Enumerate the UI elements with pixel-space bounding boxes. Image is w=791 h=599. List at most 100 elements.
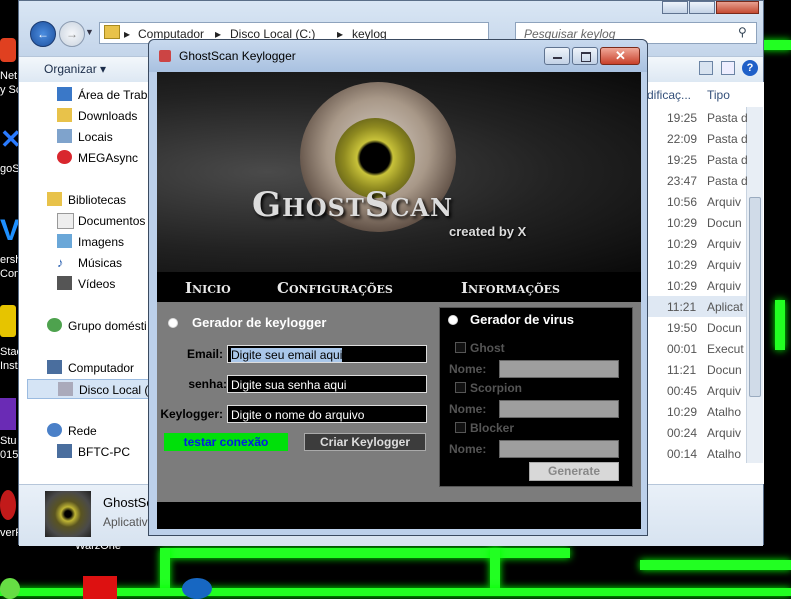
row-modified-time: 19:25 — [667, 111, 698, 125]
sidebar-item-documentos[interactable]: Documentos — [19, 211, 154, 231]
sidebar-item-musicas[interactable]: ♪ Músicas — [19, 253, 154, 273]
drive-icon — [58, 382, 73, 396]
blocker-checkbox[interactable] — [455, 422, 466, 433]
main-nav: Inicio Configurações Informações — [157, 272, 641, 302]
sidebar-item-desktop[interactable]: Área de Trabal — [19, 85, 157, 105]
app-icon[interactable] — [0, 578, 20, 599]
table-row[interactable]: 00:24 Arquiv — [647, 422, 746, 443]
row-modified-time: 10:29 — [667, 237, 698, 251]
maximize-button[interactable] — [689, 1, 715, 14]
password-field[interactable]: Digite sua senha aqui — [227, 375, 427, 393]
table-row[interactable]: 10:29 Arquiv — [647, 233, 746, 254]
table-row[interactable]: 19:25 Pasta d — [647, 149, 748, 170]
test-connection-button[interactable]: testar conexão — [164, 433, 288, 451]
email-field[interactable]: Digite seu email aqui — [227, 345, 427, 363]
help-icon[interactable]: ? — [742, 60, 758, 76]
table-row[interactable]: 00:45 Arquiv — [647, 380, 746, 401]
app-icon[interactable]: V — [0, 212, 20, 250]
table-row[interactable]: 10:29 Arquiv — [647, 254, 746, 275]
java-icon — [159, 50, 171, 62]
scorpion-name-field[interactable] — [499, 400, 619, 418]
row-modified-time: 11:21 — [667, 300, 697, 314]
desktop-icon-label[interactable]: Stu — [0, 435, 17, 447]
table-row[interactable]: 10:29 Docun — [647, 212, 746, 233]
tab-configuracoes[interactable]: Configurações — [277, 279, 393, 297]
table-row[interactable]: 22:09 Pasta d — [647, 128, 748, 149]
sidebar-item-computador[interactable]: Computador — [19, 358, 154, 378]
password-value: Digite sua senha aqui — [231, 378, 347, 392]
row-modified-time: 23:47 — [667, 174, 698, 188]
table-row[interactable]: 10:29 Atalho — [647, 401, 746, 422]
app-icon[interactable] — [0, 38, 16, 62]
app-icon[interactable] — [0, 398, 16, 430]
app-icon[interactable] — [182, 578, 212, 599]
created-by-text: created by X — [449, 224, 527, 239]
sidebar-item-homegroup[interactable]: Grupo domésti — [19, 316, 154, 336]
organize-menu[interactable]: Organizar ▾ — [44, 62, 106, 76]
table-row[interactable]: 00:01 Execut — [647, 338, 746, 359]
recent-pages-chevron-icon[interactable]: ▼ — [85, 27, 94, 37]
table-row[interactable]: 19:50 Docun — [647, 317, 746, 338]
keylogger-radio[interactable] — [168, 318, 178, 328]
scrollbar[interactable] — [746, 107, 763, 463]
back-button[interactable]: ← — [30, 21, 56, 47]
tab-informacoes[interactable]: Informações — [461, 279, 560, 297]
scrollbar-thumb[interactable] — [749, 197, 761, 397]
file-list: dificaç... Tipo 19:25 Pasta d 22:09 Pasta d… — [647, 82, 764, 484]
ghostscan-titlebar[interactable]: GhostScan Keylogger ✕ — [149, 40, 647, 72]
app-icon[interactable]: ✕ — [0, 124, 22, 154]
desktop-icon-label[interactable]: 015 — [0, 449, 18, 461]
sidebar-item-bibliotecas[interactable]: Bibliotecas — [19, 190, 154, 210]
email-value: Digite seu email aqui — [231, 348, 343, 362]
forward-button[interactable]: → — [59, 21, 85, 47]
blocker-name-field[interactable] — [499, 440, 619, 458]
scorpion-checkbox[interactable] — [455, 382, 466, 393]
app-icon[interactable] — [0, 305, 16, 337]
generate-button[interactable]: Generate — [529, 462, 619, 481]
row-modified-time: 10:29 — [667, 279, 698, 293]
desktop-icon-label[interactable]: Net — [0, 70, 17, 82]
table-row[interactable]: 19:25 Pasta d — [647, 107, 748, 128]
preview-pane-icon[interactable] — [721, 61, 735, 75]
keylogger-name-field[interactable]: Digite o nome do arquivo — [227, 405, 427, 423]
close-button[interactable] — [716, 1, 759, 14]
ghost-name-field[interactable] — [499, 360, 619, 378]
table-row[interactable]: 11:21 Aplicat — [647, 296, 746, 317]
wallpaper-line — [160, 548, 170, 588]
homegroup-icon — [47, 318, 62, 332]
sidebar-item-locais[interactable]: Locais — [19, 127, 154, 147]
sidebar-item-videos[interactable]: Vídeos — [19, 274, 154, 294]
keylogger-name-label: Keylogger: — [160, 407, 223, 421]
table-row[interactable]: 10:56 Arquiv — [647, 191, 746, 212]
minimize-button[interactable] — [662, 1, 688, 14]
close-button[interactable]: ✕ — [600, 47, 640, 65]
row-type: Arquiv — [707, 426, 742, 440]
table-row[interactable]: 00:14 Atalho — [647, 443, 746, 464]
table-row[interactable]: 10:29 Arquiv — [647, 275, 746, 296]
sidebar-item-downloads[interactable]: Downloads — [19, 106, 154, 126]
virus-radio[interactable] — [448, 315, 458, 325]
sidebar-item-disco-local[interactable]: Disco Local (C — [27, 379, 157, 399]
pictures-icon — [57, 234, 72, 248]
table-row[interactable]: 23:47 Pasta d — [647, 170, 748, 191]
documents-icon — [57, 213, 74, 229]
row-type: Docun — [707, 321, 742, 335]
ghost-checkbox[interactable] — [455, 342, 466, 353]
view-options-icon[interactable] — [699, 61, 713, 75]
main-panel: Gerador de keylogger Email: Digite seu e… — [157, 302, 641, 502]
app-icon[interactable] — [83, 576, 117, 599]
maximize-button[interactable] — [572, 47, 598, 65]
sidebar-item-rede[interactable]: Rede — [19, 421, 154, 441]
sidebar-item-megasync[interactable]: MEGAsync — [19, 148, 154, 168]
sidebar-item-imagens[interactable]: Imagens — [19, 232, 154, 252]
sidebar-item-bftc-pc[interactable]: BFTC-PC — [19, 442, 154, 462]
minimize-button[interactable] — [544, 47, 570, 65]
blocker-label: Blocker — [470, 421, 515, 435]
organize-label: Organizar — [44, 62, 97, 76]
app-icon[interactable] — [0, 490, 16, 520]
downloads-folder-icon — [57, 108, 72, 122]
desktop-icon-label[interactable]: goS — [0, 163, 20, 175]
table-row[interactable]: 11:21 Docun — [647, 359, 746, 380]
tab-inicio[interactable]: Inicio — [185, 279, 231, 297]
create-keylogger-button[interactable]: Criar Keylogger — [304, 433, 426, 451]
